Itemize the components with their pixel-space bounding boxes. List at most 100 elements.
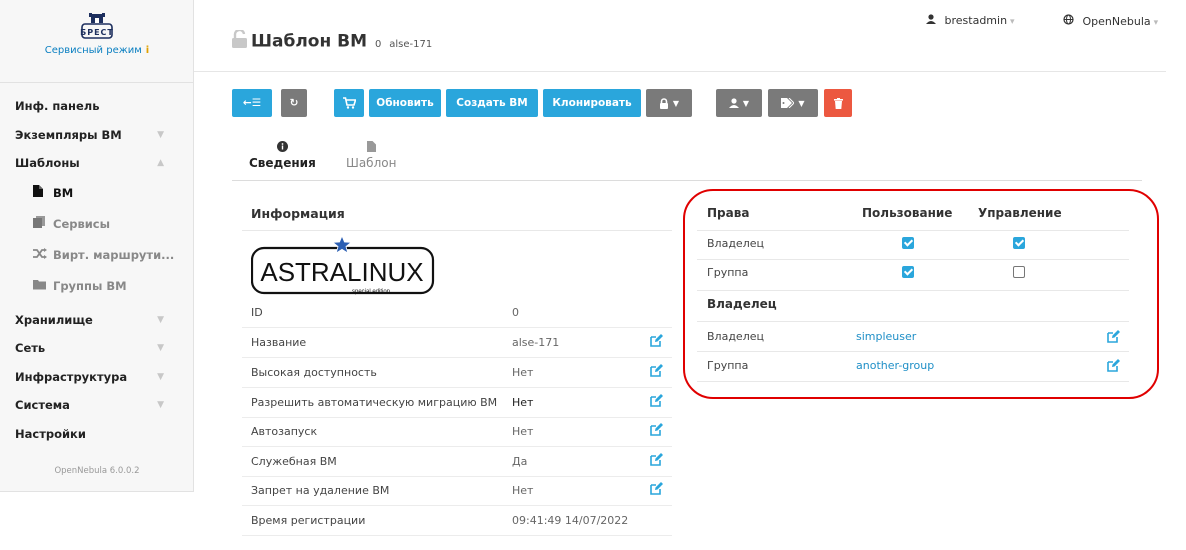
page-title: Шаблон ВМ 0 alse-171 <box>232 28 433 53</box>
info-row-service-vm: Служебная ВМ Да <box>242 447 672 477</box>
cart-button[interactable] <box>334 89 364 117</box>
sidebar-item-virtual-routers[interactable]: Вирт. маршрути... <box>0 240 194 271</box>
chevron-down-icon: ▼ <box>157 400 164 410</box>
lock-dropdown-button[interactable]: ▼ <box>646 89 692 117</box>
chevron-down-icon: ▼ <box>157 129 164 140</box>
owner-link[interactable]: simpleuser <box>856 330 916 343</box>
owner-dropdown-button[interactable]: ▼ <box>716 89 762 117</box>
tab-template[interactable]: Шаблон <box>346 141 396 170</box>
row-divider <box>697 259 1129 260</box>
star-icon <box>331 234 353 254</box>
shuffle-icon <box>33 240 53 271</box>
sidebar-divider <box>0 82 194 83</box>
chevron-down-icon: ▼ <box>157 371 164 382</box>
sidebar-item-settings[interactable]: Настройки <box>0 420 194 449</box>
brand-logo[interactable]: БРЕСТ Сервисный режим i <box>0 12 194 56</box>
tabs-divider <box>232 180 1142 181</box>
service-mode-label[interactable]: Сервисный режим i <box>0 45 194 56</box>
tags-icon <box>781 97 796 109</box>
clone-button[interactable]: Клонировать <box>543 89 641 117</box>
sidebar-item-system[interactable]: Система ▼ <box>0 391 194 420</box>
ownership-owner-label: Владелец <box>707 330 764 343</box>
zone-menu[interactable]: OpenNebula ▾ <box>1063 14 1158 28</box>
edit-icon[interactable] <box>1107 357 1120 376</box>
sidebar-menu: Инф. панель Экземпляры ВМ ▼ Шаблоны ▲ ВМ С… <box>0 92 194 448</box>
template-name: alse-171 <box>389 38 433 50</box>
refresh-icon: ↻ <box>289 97 299 109</box>
sidebar-item-infrastructure[interactable]: Инфраструктура ▼ <box>0 363 194 392</box>
chevron-down-icon: ▼ <box>157 343 164 353</box>
dropdown-caret-icon: ▾ <box>1010 17 1015 27</box>
group-manage-checkbox[interactable] <box>1013 266 1025 278</box>
sidebar-item-vm-groups[interactable]: Группы ВМ <box>0 271 194 302</box>
file-icon <box>346 141 396 155</box>
header-divider <box>194 71 1166 72</box>
version-label: OpenNebula 6.0.0.2 <box>54 466 140 476</box>
update-button[interactable]: Обновить <box>369 89 441 117</box>
owner-use-checkbox[interactable] <box>902 237 914 249</box>
info-circle-icon <box>249 141 316 155</box>
folder-icon <box>33 271 53 302</box>
edit-icon[interactable] <box>650 453 663 469</box>
chevron-up-icon: ▲ <box>157 158 164 168</box>
labels-dropdown-button[interactable]: ▼ <box>768 89 818 117</box>
ownership-header-divider <box>697 321 1129 322</box>
edit-icon[interactable] <box>650 423 663 439</box>
info-header-divider <box>242 230 672 231</box>
sidebar-item-dashboard[interactable]: Инф. панель <box>0 92 194 121</box>
ownership-title: Владелец <box>707 297 777 311</box>
sidebar-item-vm-instances[interactable]: Экземпляры ВМ ▼ <box>0 121 194 150</box>
edit-icon[interactable] <box>650 394 663 410</box>
delete-button[interactable] <box>824 89 852 117</box>
perm-row-group-label: Группа <box>707 266 749 279</box>
sidebar-item-services[interactable]: Сервисы <box>0 209 194 240</box>
files-icon <box>33 209 53 240</box>
template-id: 0 <box>374 38 382 50</box>
edit-icon[interactable] <box>650 364 663 380</box>
sidebar-item-network[interactable]: Сеть ▼ <box>0 334 194 363</box>
user-icon <box>728 97 739 109</box>
edit-icon[interactable] <box>650 482 663 498</box>
create-vm-button[interactable]: Создать ВМ <box>446 89 538 117</box>
row-divider <box>697 381 1129 382</box>
dropdown-caret-icon: ▾ <box>1153 18 1159 28</box>
caret-down-icon: ▼ <box>798 99 805 108</box>
ownership-group-label: Группа <box>707 359 749 372</box>
info-row-delete-protection: Запрет на удаление ВМ Нет <box>242 476 672 506</box>
user-menu[interactable]: brestadmin ▾ <box>926 14 1015 27</box>
sidebar-item-vm-templates[interactable]: ВМ <box>0 178 194 209</box>
permissions-col-manage: Управление <box>978 206 1062 220</box>
lock-icon <box>659 97 669 109</box>
unlock-icon[interactable] <box>232 28 248 53</box>
edit-icon[interactable] <box>650 334 663 350</box>
info-section-title: Информация <box>251 206 345 221</box>
logo-text: БРЕСТ <box>80 28 114 37</box>
permissions-col-use: Пользование <box>862 206 953 220</box>
perm-row-owner-label: Владелец <box>707 237 764 250</box>
tab-info[interactable]: Сведения <box>249 141 316 170</box>
info-row-id: ID 0 <box>242 298 672 328</box>
brand-subtext: special edition <box>352 289 390 295</box>
info-icon[interactable]: i <box>146 45 149 56</box>
info-row-autostart: Автозапуск Нет <box>242 417 672 447</box>
group-link[interactable]: another-group <box>856 359 934 372</box>
group-use-checkbox[interactable] <box>902 266 914 278</box>
refresh-button[interactable]: ↻ <box>281 89 307 117</box>
back-to-list-button[interactable]: ←☰ <box>232 89 272 117</box>
sidebar-item-storage[interactable]: Хранилище ▼ <box>0 306 194 335</box>
sidebar-item-templates[interactable]: Шаблоны ▲ <box>0 149 194 178</box>
file-icon <box>33 178 53 209</box>
brand-text: ASTRALINUX <box>260 257 423 287</box>
brest-logo-icon <box>81 13 113 39</box>
permissions-title: Права <box>707 206 750 220</box>
edit-icon[interactable] <box>1107 328 1120 347</box>
owner-manage-checkbox[interactable] <box>1013 237 1025 249</box>
permissions-header-divider <box>697 230 1129 231</box>
info-row-name: Название alse-171 <box>242 328 672 358</box>
user-icon <box>926 14 936 27</box>
caret-down-icon: ▼ <box>742 99 750 108</box>
info-row-high-availability: Высокая доступность Нет <box>242 358 672 388</box>
cart-icon <box>342 97 357 109</box>
chevron-down-icon: ▼ <box>157 314 164 325</box>
row-divider <box>697 290 1129 291</box>
